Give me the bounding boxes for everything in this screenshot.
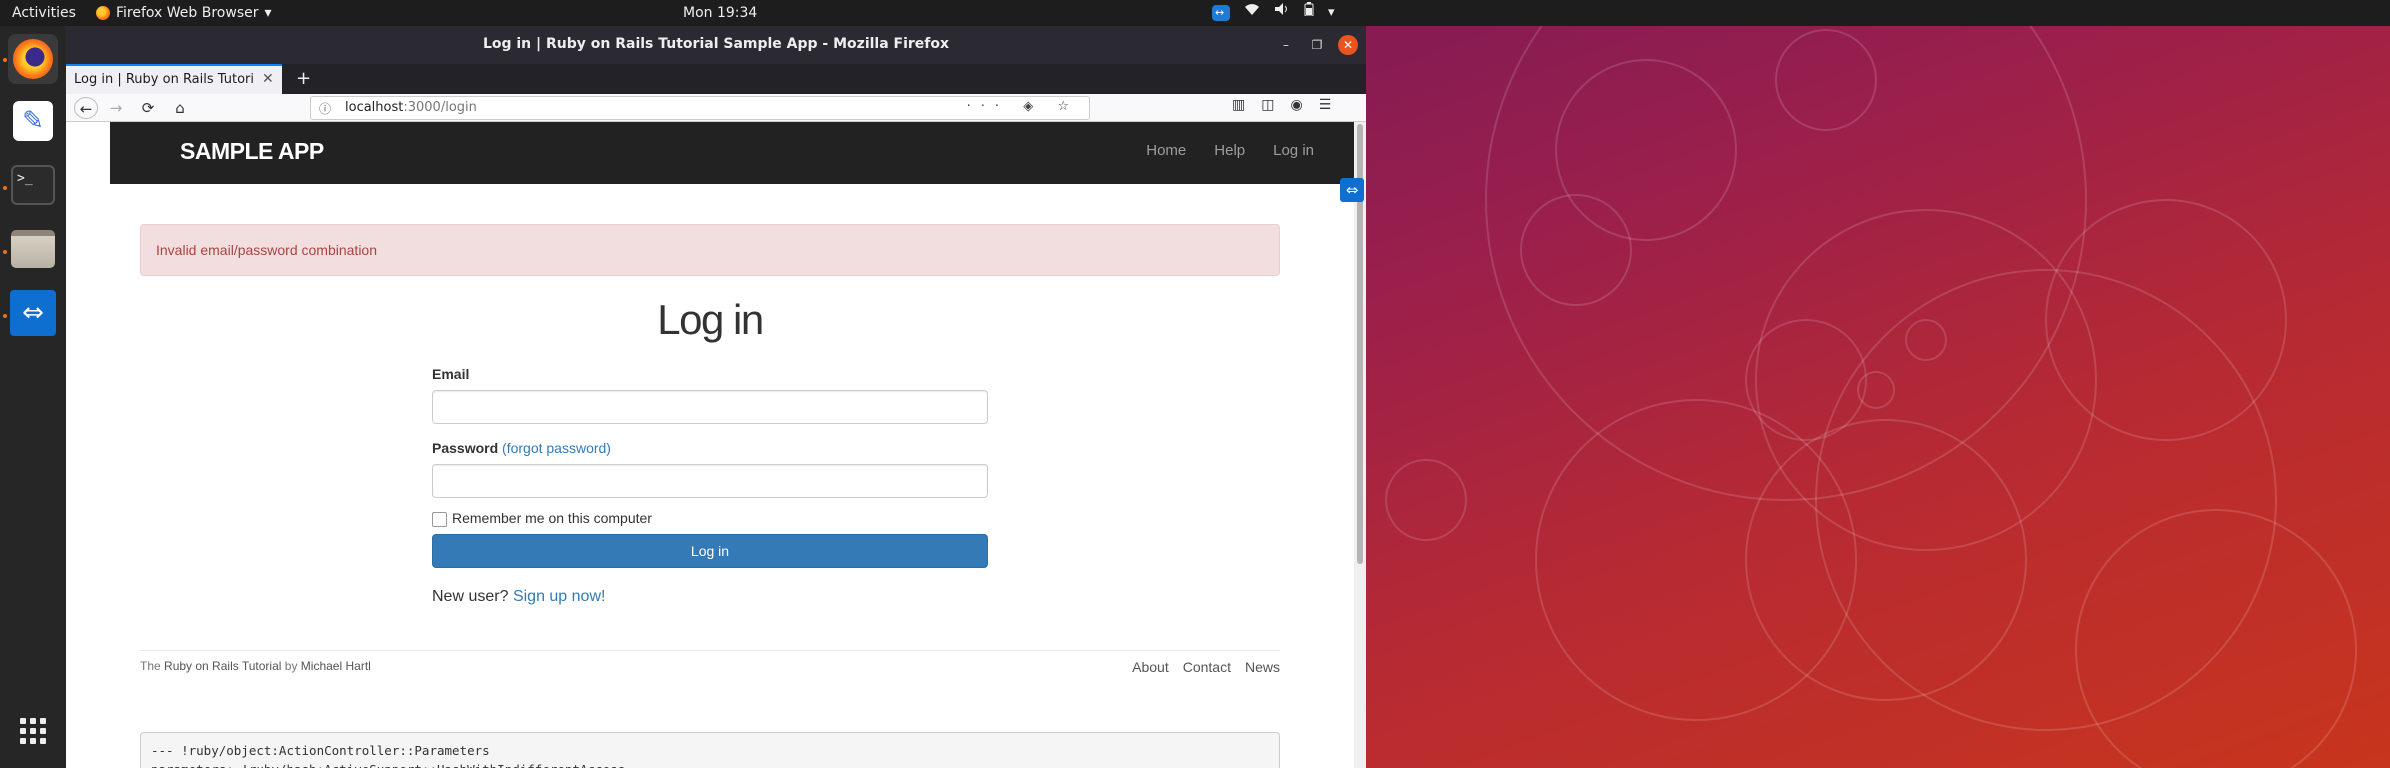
- nav-login[interactable]: Log in: [1273, 142, 1314, 159]
- app-menu-label: Firefox Web Browser: [116, 5, 259, 21]
- app-menu[interactable]: Firefox Web Browser ▾: [96, 0, 272, 26]
- running-indicator: [3, 314, 7, 318]
- battery-icon[interactable]: [1304, 0, 1314, 26]
- library-icon[interactable]: ▥: [1232, 97, 1245, 113]
- files-icon: [11, 230, 55, 268]
- tutorial-link[interactable]: Ruby on Rails Tutorial: [164, 659, 281, 673]
- firefox-window: Log in | Ruby on Rails Tutorial Sample A…: [66, 26, 1366, 768]
- url-bar[interactable]: ⓘ localhost:3000/login ··· ◈ ☆: [310, 96, 1090, 120]
- page-scrollbar[interactable]: [1354, 122, 1366, 768]
- dock: ✎ >_ ⇔: [0, 26, 66, 768]
- window-title: Log in | Ruby on Rails Tutorial Sample A…: [482, 36, 950, 52]
- system-tray[interactable]: ▾: [1212, 0, 1335, 26]
- activities-button[interactable]: Activities: [12, 0, 76, 26]
- tab-close-icon[interactable]: ✕: [262, 71, 274, 87]
- running-indicator: [3, 58, 7, 62]
- minimize-button[interactable]: –: [1276, 35, 1296, 55]
- terminal-icon: >_: [11, 165, 55, 205]
- footer-about-link[interactable]: About: [1132, 659, 1169, 675]
- clock[interactable]: Mon 19:34: [683, 0, 757, 26]
- site-nav: Home Help Log in: [1146, 142, 1314, 159]
- dock-terminal[interactable]: >_: [8, 160, 58, 210]
- page-title: Log in: [657, 296, 764, 343]
- signup-line: New user? Sign up now!: [432, 588, 605, 606]
- page-actions-icons[interactable]: ··· ◈ ☆: [967, 99, 1079, 114]
- wallpaper-pattern: [1385, 0, 2357, 768]
- password-label-row: Password (forgot password): [432, 440, 611, 456]
- tab-login[interactable]: Log in | Ruby on Rails Tutori ✕: [66, 64, 282, 94]
- site-info-icon[interactable]: ⓘ: [319, 100, 331, 117]
- text-editor-icon: ✎: [13, 101, 53, 141]
- dock-files[interactable]: [8, 224, 58, 274]
- footer-links: About Contact News: [1132, 659, 1280, 675]
- wifi-icon[interactable]: [1244, 0, 1260, 26]
- running-indicator: [3, 186, 7, 190]
- navigation-toolbar: ← → ⟳ ⌂ ⓘ localhost:3000/login ··· ◈ ☆ ▥…: [66, 94, 1366, 122]
- dock-text-editor[interactable]: ✎: [8, 96, 58, 146]
- nav-home[interactable]: Home: [1146, 142, 1186, 159]
- tab-label: Log in | Ruby on Rails Tutori: [74, 72, 254, 87]
- home-button[interactable]: ⌂: [170, 97, 190, 119]
- volume-icon[interactable]: [1274, 0, 1290, 26]
- footer-news-link[interactable]: News: [1245, 659, 1280, 675]
- footer-contact-link[interactable]: Contact: [1183, 659, 1231, 675]
- forward-button[interactable]: →: [106, 97, 126, 119]
- show-applications-icon[interactable]: [20, 718, 46, 744]
- footer-credit: The Ruby on Rails Tutorial by Michael Ha…: [140, 659, 371, 673]
- menu-icon[interactable]: ☰: [1319, 97, 1332, 113]
- teamviewer-icon: ⇔: [10, 290, 56, 336]
- close-window-button[interactable]: ✕: [1338, 35, 1358, 55]
- debug-params: --- !ruby/object:ActionController::Param…: [140, 732, 1280, 768]
- email-field[interactable]: [432, 390, 988, 424]
- tab-bar: Log in | Ruby on Rails Tutori ✕ +: [66, 64, 1366, 94]
- toolbar-right: ▥ ◫ ◉ ☰: [1232, 97, 1331, 113]
- remember-me-checkbox[interactable]: [432, 512, 447, 527]
- sidebar-icon[interactable]: ◫: [1261, 97, 1274, 113]
- url-text[interactable]: localhost:3000/login: [345, 100, 477, 115]
- remember-me-label[interactable]: Remember me on this computer: [452, 510, 652, 526]
- power-menu-icon[interactable]: ▾: [1328, 0, 1335, 26]
- site-footer: The Ruby on Rails Tutorial by Michael Ha…: [140, 650, 1280, 680]
- password-label: Password: [432, 440, 499, 456]
- firefox-mini-icon: [96, 6, 110, 20]
- window-titlebar[interactable]: Log in | Ruby on Rails Tutorial Sample A…: [66, 26, 1366, 64]
- error-alert: Invalid email/password combination: [140, 224, 1280, 276]
- teamviewer-icon[interactable]: [1212, 0, 1230, 26]
- dock-teamviewer[interactable]: ⇔: [8, 288, 58, 338]
- login-submit-button[interactable]: Log in: [432, 534, 988, 568]
- author-link[interactable]: Michael Hartl: [301, 659, 371, 673]
- reload-button[interactable]: ⟳: [138, 97, 158, 119]
- password-field[interactable]: [432, 464, 988, 498]
- nav-help[interactable]: Help: [1214, 142, 1245, 159]
- account-icon[interactable]: ◉: [1290, 97, 1302, 113]
- email-label: Email: [432, 366, 470, 382]
- forgot-password-link[interactable]: (forgot password): [502, 440, 611, 456]
- signup-link[interactable]: Sign up now!: [513, 588, 606, 605]
- app-menu-arrow-icon: ▾: [264, 5, 272, 21]
- dock-firefox[interactable]: [8, 34, 58, 84]
- web-page: SAMPLE APP Home Help Log in Invalid emai…: [66, 122, 1354, 768]
- new-tab-button[interactable]: +: [296, 68, 311, 89]
- new-user-text: New user?: [432, 588, 509, 605]
- system-top-bar: Activities Firefox Web Browser ▾ Mon 19:…: [0, 0, 2390, 26]
- teamviewer-side-icon[interactable]: ⇔: [1340, 178, 1364, 202]
- maximize-button[interactable]: ❐: [1307, 35, 1327, 55]
- site-header: SAMPLE APP Home Help Log in: [110, 122, 1354, 184]
- running-indicator: [3, 250, 7, 254]
- firefox-icon: [13, 39, 53, 79]
- back-button[interactable]: ←: [74, 97, 98, 119]
- site-logo[interactable]: SAMPLE APP: [180, 138, 324, 165]
